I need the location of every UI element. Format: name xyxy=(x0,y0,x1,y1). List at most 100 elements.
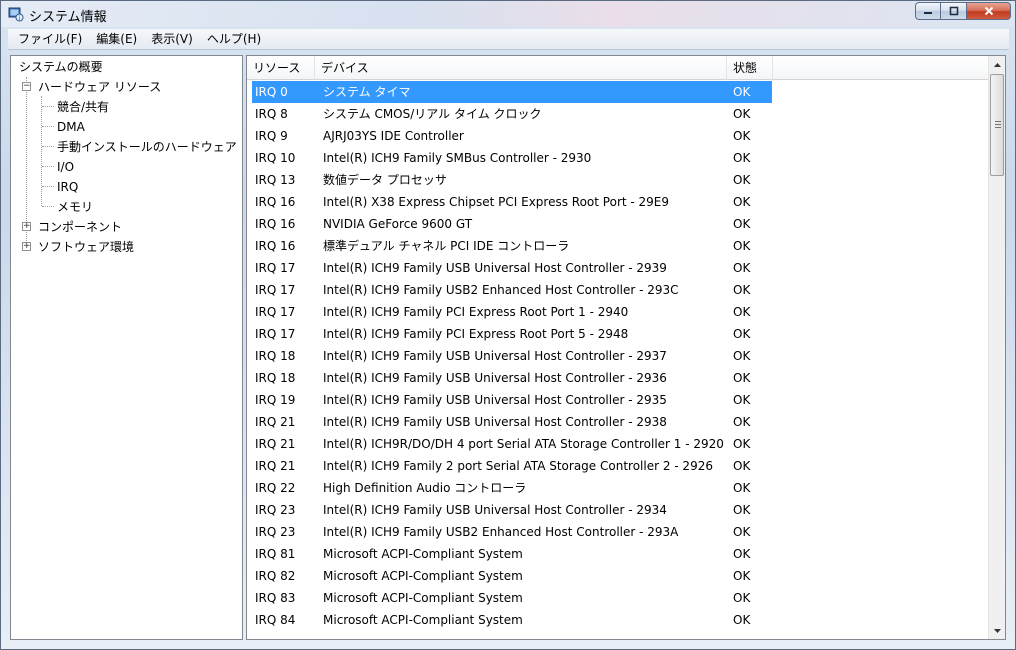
cell-device: Microsoft ACPI-Compliant System xyxy=(323,547,523,561)
cell-status: OK xyxy=(733,107,751,121)
tree-item-software-environment[interactable]: ソフトウェア環境 xyxy=(38,238,134,256)
table-row[interactable]: IRQ 17 Intel(R) ICH9 Family PCI Express R… xyxy=(252,301,772,323)
cell-device: Intel(R) ICH9 Family 2 port Serial ATA S… xyxy=(323,459,713,473)
cell-device: High Definition Audio コントローラ xyxy=(323,481,527,495)
cell-resource: IRQ 19 xyxy=(255,393,296,407)
table-row[interactable]: IRQ 18 Intel(R) ICH9 Family USB Universal… xyxy=(252,345,772,367)
table-row[interactable]: IRQ 18 Intel(R) ICH9 Family USB Universal… xyxy=(252,367,772,389)
column-header-device[interactable]: デバイス xyxy=(315,56,727,80)
tree-connector-line xyxy=(42,166,54,167)
table-row[interactable]: IRQ 17 Intel(R) ICH9 Family PCI Express R… xyxy=(252,323,772,345)
table-header: リソース デバイス 状態 xyxy=(247,56,988,80)
scroll-up-arrow-icon xyxy=(994,62,1001,67)
column-header-status[interactable]: 状態 xyxy=(727,56,773,80)
scroll-down-button[interactable] xyxy=(989,622,1005,639)
table-row[interactable]: IRQ 22 High Definition Audio コントローラ OK xyxy=(252,477,772,499)
cell-resource: IRQ 8 xyxy=(255,107,288,121)
table-row[interactable]: IRQ 8 システム CMOS/リアル タイム クロック OK xyxy=(252,103,772,125)
cell-status: OK xyxy=(733,261,751,275)
column-header-resource[interactable]: リソース xyxy=(247,56,315,80)
scroll-up-button[interactable] xyxy=(989,56,1005,73)
system-information-window: i システム情報 ファイル(F) 編集(E) 表示(V) ヘルプ(H) システム… xyxy=(0,0,1016,650)
tree-item-memory[interactable]: メモリ xyxy=(57,198,93,216)
cell-device: システム CMOS/リアル タイム クロック xyxy=(323,107,542,121)
tree-connector-line xyxy=(42,186,54,187)
category-tree-pane[interactable]: システムの概要 − ハードウェア リソース 競合/共有 DMA 手動インストール… xyxy=(10,55,243,640)
cell-status: OK xyxy=(733,415,751,429)
table-row[interactable]: IRQ 21 Intel(R) ICH9 Family USB Universal… xyxy=(252,411,772,433)
tree-item-dma[interactable]: DMA xyxy=(57,118,85,136)
cell-status: OK xyxy=(733,173,751,187)
table-row[interactable]: IRQ 81 Microsoft ACPI-Compliant System OK xyxy=(252,543,772,565)
tree-item-hardware-resources[interactable]: ハードウェア リソース xyxy=(38,78,161,96)
cell-resource: IRQ 13 xyxy=(255,173,296,187)
table-row[interactable]: IRQ 23 Intel(R) ICH9 Family USB Universal… xyxy=(252,499,772,521)
cell-resource: IRQ 17 xyxy=(255,327,296,341)
cell-resource: IRQ 81 xyxy=(255,547,296,561)
table-row[interactable]: IRQ 23 Intel(R) ICH9 Family USB2 Enhanced… xyxy=(252,521,772,543)
table-row[interactable]: IRQ 21 Intel(R) ICH9R/DO/DH 4 port Serial… xyxy=(252,433,772,455)
scrollbar-grip-icon xyxy=(995,121,1001,128)
tree-item-io[interactable]: I/O xyxy=(57,158,74,176)
cell-status: OK xyxy=(733,371,751,385)
expander-expand-icon[interactable]: + xyxy=(22,222,31,231)
menu-help[interactable]: ヘルプ(H) xyxy=(200,29,268,50)
table-row[interactable]: IRQ 21 Intel(R) ICH9 Family 2 port Serial… xyxy=(252,455,772,477)
table-row[interactable]: IRQ 84 Microsoft ACPI-Compliant System OK xyxy=(252,609,772,631)
table-row[interactable]: IRQ 16 Intel(R) X38 Express Chipset PCI E… xyxy=(252,191,772,213)
cell-resource: IRQ 82 xyxy=(255,569,296,583)
cell-resource: IRQ 17 xyxy=(255,261,296,275)
tree-item-irq[interactable]: IRQ xyxy=(57,178,78,196)
minimize-icon xyxy=(924,12,932,14)
table-row[interactable]: IRQ 9 AJRJ03YS IDE Controller OK xyxy=(252,125,772,147)
tree-item-system-summary[interactable]: システムの概要 xyxy=(19,58,103,76)
cell-device: Intel(R) ICH9 Family USB Universal Host … xyxy=(323,393,667,407)
table-row[interactable]: IRQ 19 Intel(R) ICH9 Family USB Universal… xyxy=(252,389,772,411)
vertical-scrollbar[interactable] xyxy=(988,56,1005,639)
tree-connector-line xyxy=(42,106,54,107)
expander-expand-icon[interactable]: + xyxy=(22,242,31,251)
table-row[interactable]: IRQ 16 NVIDIA GeForce 9600 GT OK xyxy=(252,213,772,235)
cell-resource: IRQ 0 xyxy=(255,85,288,99)
cell-status: OK xyxy=(733,437,751,451)
minimize-button[interactable] xyxy=(915,2,941,20)
maximize-button[interactable] xyxy=(941,2,967,20)
menu-view[interactable]: 表示(V) xyxy=(144,29,200,50)
table-row[interactable]: IRQ 0 システム タイマ OK xyxy=(252,81,772,103)
table-row[interactable]: IRQ 10 Intel(R) ICH9 Family SMBus Control… xyxy=(252,147,772,169)
scroll-down-arrow-icon xyxy=(994,628,1001,633)
cell-status: OK xyxy=(733,129,751,143)
cell-resource: IRQ 17 xyxy=(255,305,296,319)
menu-file[interactable]: ファイル(F) xyxy=(11,29,89,50)
table-row[interactable]: IRQ 82 Microsoft ACPI-Compliant System OK xyxy=(252,565,772,587)
table-row[interactable]: IRQ 17 Intel(R) ICH9 Family USB Universal… xyxy=(252,257,772,279)
maximize-icon xyxy=(949,6,958,16)
table-row[interactable]: IRQ 16 標準デュアル チャネル PCI IDE コントローラ OK xyxy=(252,235,772,257)
cell-status: OK xyxy=(733,151,751,165)
cell-status: OK xyxy=(733,569,751,583)
scrollbar-thumb[interactable] xyxy=(990,74,1004,176)
menu-edit[interactable]: 編集(E) xyxy=(89,29,144,50)
close-button[interactable] xyxy=(967,2,1011,20)
cell-device: Microsoft ACPI-Compliant System xyxy=(323,591,523,605)
table-row[interactable]: IRQ 13 数値データ プロセッサ OK xyxy=(252,169,772,191)
tree-connector-line xyxy=(26,77,27,245)
tree-connector-line xyxy=(42,126,54,127)
cell-status: OK xyxy=(733,393,751,407)
table-row[interactable]: IRQ 83 Microsoft ACPI-Compliant System OK xyxy=(252,587,772,609)
cell-resource: IRQ 9 xyxy=(255,129,288,143)
cell-status: OK xyxy=(733,85,751,99)
title-bar[interactable]: i システム情報 xyxy=(1,1,1015,27)
expander-collapse-icon[interactable]: − xyxy=(22,82,31,91)
cell-device: Intel(R) ICH9 Family SMBus Controller - … xyxy=(323,151,592,165)
cell-device: Intel(R) ICH9 Family PCI Express Root Po… xyxy=(323,327,629,341)
table-row[interactable]: IRQ 17 Intel(R) ICH9 Family USB2 Enhanced… xyxy=(252,279,772,301)
tree-item-conflicts-sharing[interactable]: 競合/共有 xyxy=(57,98,109,116)
tree-item-forced-hardware[interactable]: 手動インストールのハードウェア xyxy=(57,138,237,156)
cell-device: NVIDIA GeForce 9600 GT xyxy=(323,217,473,231)
cell-device: Intel(R) ICH9 Family USB Universal Host … xyxy=(323,371,667,385)
cell-resource: IRQ 16 xyxy=(255,195,296,209)
details-list-pane[interactable]: リソース デバイス 状態 IRQ 0 システム タイマ OK IRQ 8 システム CM… xyxy=(246,55,1006,640)
cell-resource: IRQ 21 xyxy=(255,459,296,473)
tree-item-components[interactable]: コンポーネント xyxy=(38,218,122,236)
